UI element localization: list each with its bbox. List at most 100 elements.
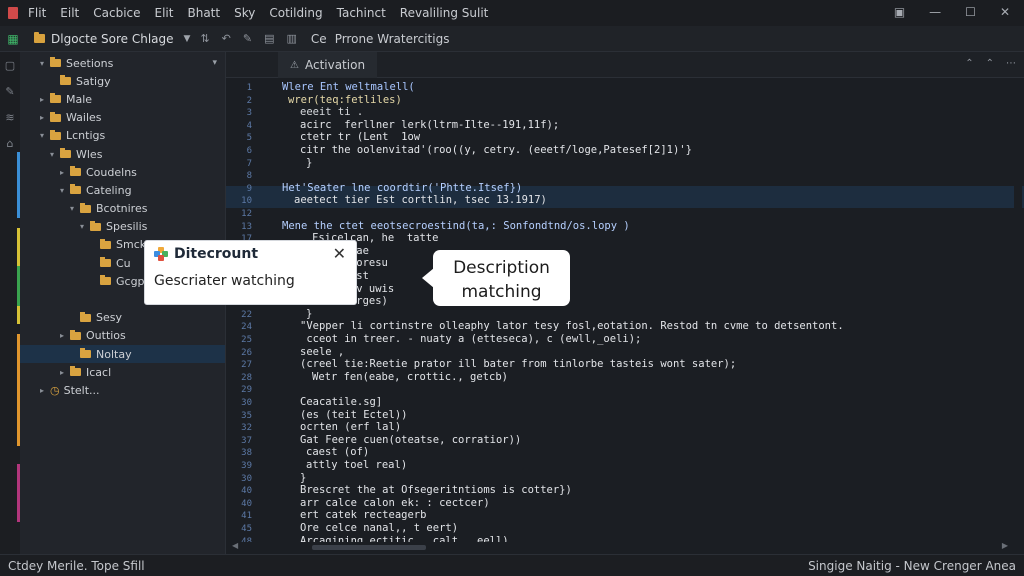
source-control-icon[interactable]: ≋ xyxy=(0,104,20,130)
app-logo xyxy=(8,7,18,19)
code-line[interactable]: eeeit ti . xyxy=(300,106,363,118)
chevron-right-icon[interactable]: ▸ xyxy=(40,113,50,122)
code-line[interactable]: Brescret the at Ofsegeritntioms is cotte… xyxy=(300,484,572,496)
code-line[interactable]: acirc ferllner lerk(ltrm-Ilte--191,11f); xyxy=(300,119,559,131)
columns-icon[interactable]: ▥ xyxy=(287,32,297,45)
tab-activation[interactable]: ⚠ Activation xyxy=(278,52,378,78)
chevron-right-icon[interactable]: ▸ xyxy=(60,368,70,377)
code-editor[interactable]: 1234567891012131719121514172224252627282… xyxy=(226,78,1024,542)
code-line[interactable]: aeetect tier Est corttlin, tsec 13.1917) xyxy=(294,194,547,206)
maximize-button[interactable]: ☐ xyxy=(965,5,976,19)
pen-icon[interactable]: ✎ xyxy=(0,78,20,104)
undo-icon[interactable]: ↶ xyxy=(222,32,231,45)
tree-item-label: Noltay xyxy=(96,347,132,361)
code-line[interactable]: ert catek recteagerb xyxy=(300,509,426,521)
minimize-button[interactable]: — xyxy=(929,5,941,19)
tree-item[interactable]: ▾ Bcotnires xyxy=(20,200,225,218)
menu-item[interactable]: Tachinct xyxy=(337,6,386,20)
tree-item[interactable]: ▾ Lcntigs xyxy=(20,127,225,145)
code-line[interactable]: Mene the ctet eeotsecroestind(ta,: Sonfo… xyxy=(282,220,630,232)
chevron-down-icon[interactable]: ▾ xyxy=(80,222,90,231)
tree-item[interactable]: Satigy xyxy=(20,72,225,90)
tree-item[interactable]: ▾ Cateling xyxy=(20,181,225,199)
chevron-down-icon[interactable]: ▾ xyxy=(40,59,50,68)
chevron-down-icon[interactable]: ▼ xyxy=(184,34,191,44)
code-line[interactable]: (es (teit Ectel)) xyxy=(300,409,407,421)
line-number: 6 xyxy=(246,146,252,156)
chevron-right-icon[interactable]: ▸ xyxy=(60,168,70,177)
horizontal-scrollbar[interactable]: ◀ ▶ xyxy=(226,541,1024,554)
code-line[interactable]: cceot in treer. - nuaty a (etteseca), c … xyxy=(300,333,641,345)
menu-item[interactable]: Revaliling Sulit xyxy=(400,6,489,20)
code-line[interactable]: } xyxy=(300,472,306,484)
menu-item[interactable]: Sky xyxy=(234,6,255,20)
layout-icon[interactable]: ▤ xyxy=(264,32,274,45)
tree-item[interactable]: ▸ Wailes xyxy=(20,109,225,127)
tree-item[interactable]: ▾ Seetions xyxy=(20,54,225,72)
tree-item[interactable]: ▸ Male xyxy=(20,90,225,108)
vertical-scrollbar[interactable] xyxy=(1014,78,1022,542)
code-line[interactable]: ctetr tr (Lent 1ow xyxy=(300,131,420,143)
menu-item[interactable]: Cotilding xyxy=(269,6,322,20)
search-scope[interactable]: Ce Prrone Wratercitigs xyxy=(311,32,450,46)
tree-item[interactable]: ▸ ◷ Stelt... xyxy=(20,381,225,399)
chevron-down-icon[interactable]: ▾ xyxy=(70,204,80,213)
code-line[interactable]: } xyxy=(306,308,312,320)
code-line[interactable]: Gat Feere cuen(oteatse, corratior)) xyxy=(300,434,521,446)
layout-icon[interactable]: ▣ xyxy=(894,5,905,19)
tree-item[interactable]: ▸ Icacl xyxy=(20,363,225,381)
code-line[interactable]: Het'Seater lne coordtir('Phtte.Itsef}) xyxy=(282,182,522,194)
status-left[interactable]: Ctdey Merile. Tope Sfill xyxy=(8,559,145,573)
code-line[interactable]: } xyxy=(306,157,312,169)
code-line[interactable]: Wlere Ent weltmalell( xyxy=(282,81,415,93)
chevron-up-icon[interactable]: ⌃ xyxy=(986,58,994,69)
chevron-right-icon[interactable]: ▸ xyxy=(40,95,50,104)
chevron-right-icon[interactable]: ▸ xyxy=(40,386,50,395)
scroll-left-icon[interactable]: ◀ xyxy=(232,541,238,550)
folder-icon xyxy=(70,184,81,195)
tree-item[interactable]: Sesy xyxy=(20,309,225,327)
code-line[interactable]: Wetr fen(eabe, crottic., getcb) xyxy=(312,371,508,383)
chevron-down-icon[interactable]: ▾ xyxy=(60,186,70,195)
tree-item[interactable]: ▸ Coudelns xyxy=(20,163,225,181)
code-line[interactable]: citr the oolenvitad'(roo((y, cetry. (eee… xyxy=(300,144,692,156)
code-line[interactable]: ocrten (erf lal) xyxy=(300,421,401,433)
chevron-down-icon[interactable]: ▾ xyxy=(50,150,60,159)
status-right[interactable]: Singige Naitig - New Crenger Anea xyxy=(808,559,1016,573)
menu-item[interactable]: Bhatt xyxy=(187,6,220,20)
menu-item[interactable]: Flit xyxy=(28,6,46,20)
tree-item-label: Cu xyxy=(116,256,131,270)
menu-item[interactable]: Cacbice xyxy=(93,6,140,20)
line-number: 40 xyxy=(241,498,252,509)
tree-item[interactable]: Noltay xyxy=(20,345,225,364)
scroll-thumb[interactable] xyxy=(312,545,426,550)
scroll-right-icon[interactable]: ▶ xyxy=(1002,541,1008,550)
code-line[interactable]: caest (of) xyxy=(306,446,369,458)
code-line[interactable]: attly toel real) xyxy=(306,459,407,471)
code-line[interactable]: Ore celce nanal,, t eert) xyxy=(300,522,458,534)
close-window-button[interactable]: ✕ xyxy=(1000,5,1010,19)
project-selector[interactable]: Dlgocte Sore Chlage xyxy=(51,32,174,46)
close-icon[interactable]: ✕ xyxy=(333,244,346,263)
chevron-right-icon[interactable]: ▸ xyxy=(60,331,70,340)
code-line[interactable]: Ceacatile.sg] xyxy=(300,396,382,408)
tree-item[interactable]: ▾ Wles xyxy=(20,145,225,163)
tree-item[interactable]: ▾ Spesilis xyxy=(20,218,225,236)
code-line[interactable]: wrer(teq:fetliles) xyxy=(288,94,402,106)
code-line[interactable]: (creel tie:Reetie prator ill bater from … xyxy=(300,358,736,370)
more-icon[interactable]: ⋯ xyxy=(1006,58,1016,69)
popup-header: Ditecrount xyxy=(154,246,258,262)
menu-item[interactable]: Eilt xyxy=(60,6,79,20)
explorer-icon[interactable]: ▢ xyxy=(0,52,20,78)
pencil-icon[interactable]: ✎ xyxy=(243,32,252,45)
grid-icon[interactable]: ▦ xyxy=(0,26,26,52)
tree-item[interactable]: ▸ Outtios xyxy=(20,327,225,345)
sync-icon[interactable]: ⇅ xyxy=(200,32,209,45)
code-line[interactable]: Arcagining ectitic., calt, eell) xyxy=(300,535,509,542)
code-line[interactable]: seele , xyxy=(300,346,344,358)
menu-item[interactable]: Elit xyxy=(155,6,174,20)
code-line[interactable]: "Vepper li cortinstre olleaphy lator tes… xyxy=(300,320,844,332)
chevron-down-icon[interactable]: ▾ xyxy=(40,131,50,140)
code-line[interactable]: arr calce calon ek: : cectcer) xyxy=(300,497,490,509)
chevron-up-icon[interactable]: ⌃ xyxy=(965,58,973,69)
